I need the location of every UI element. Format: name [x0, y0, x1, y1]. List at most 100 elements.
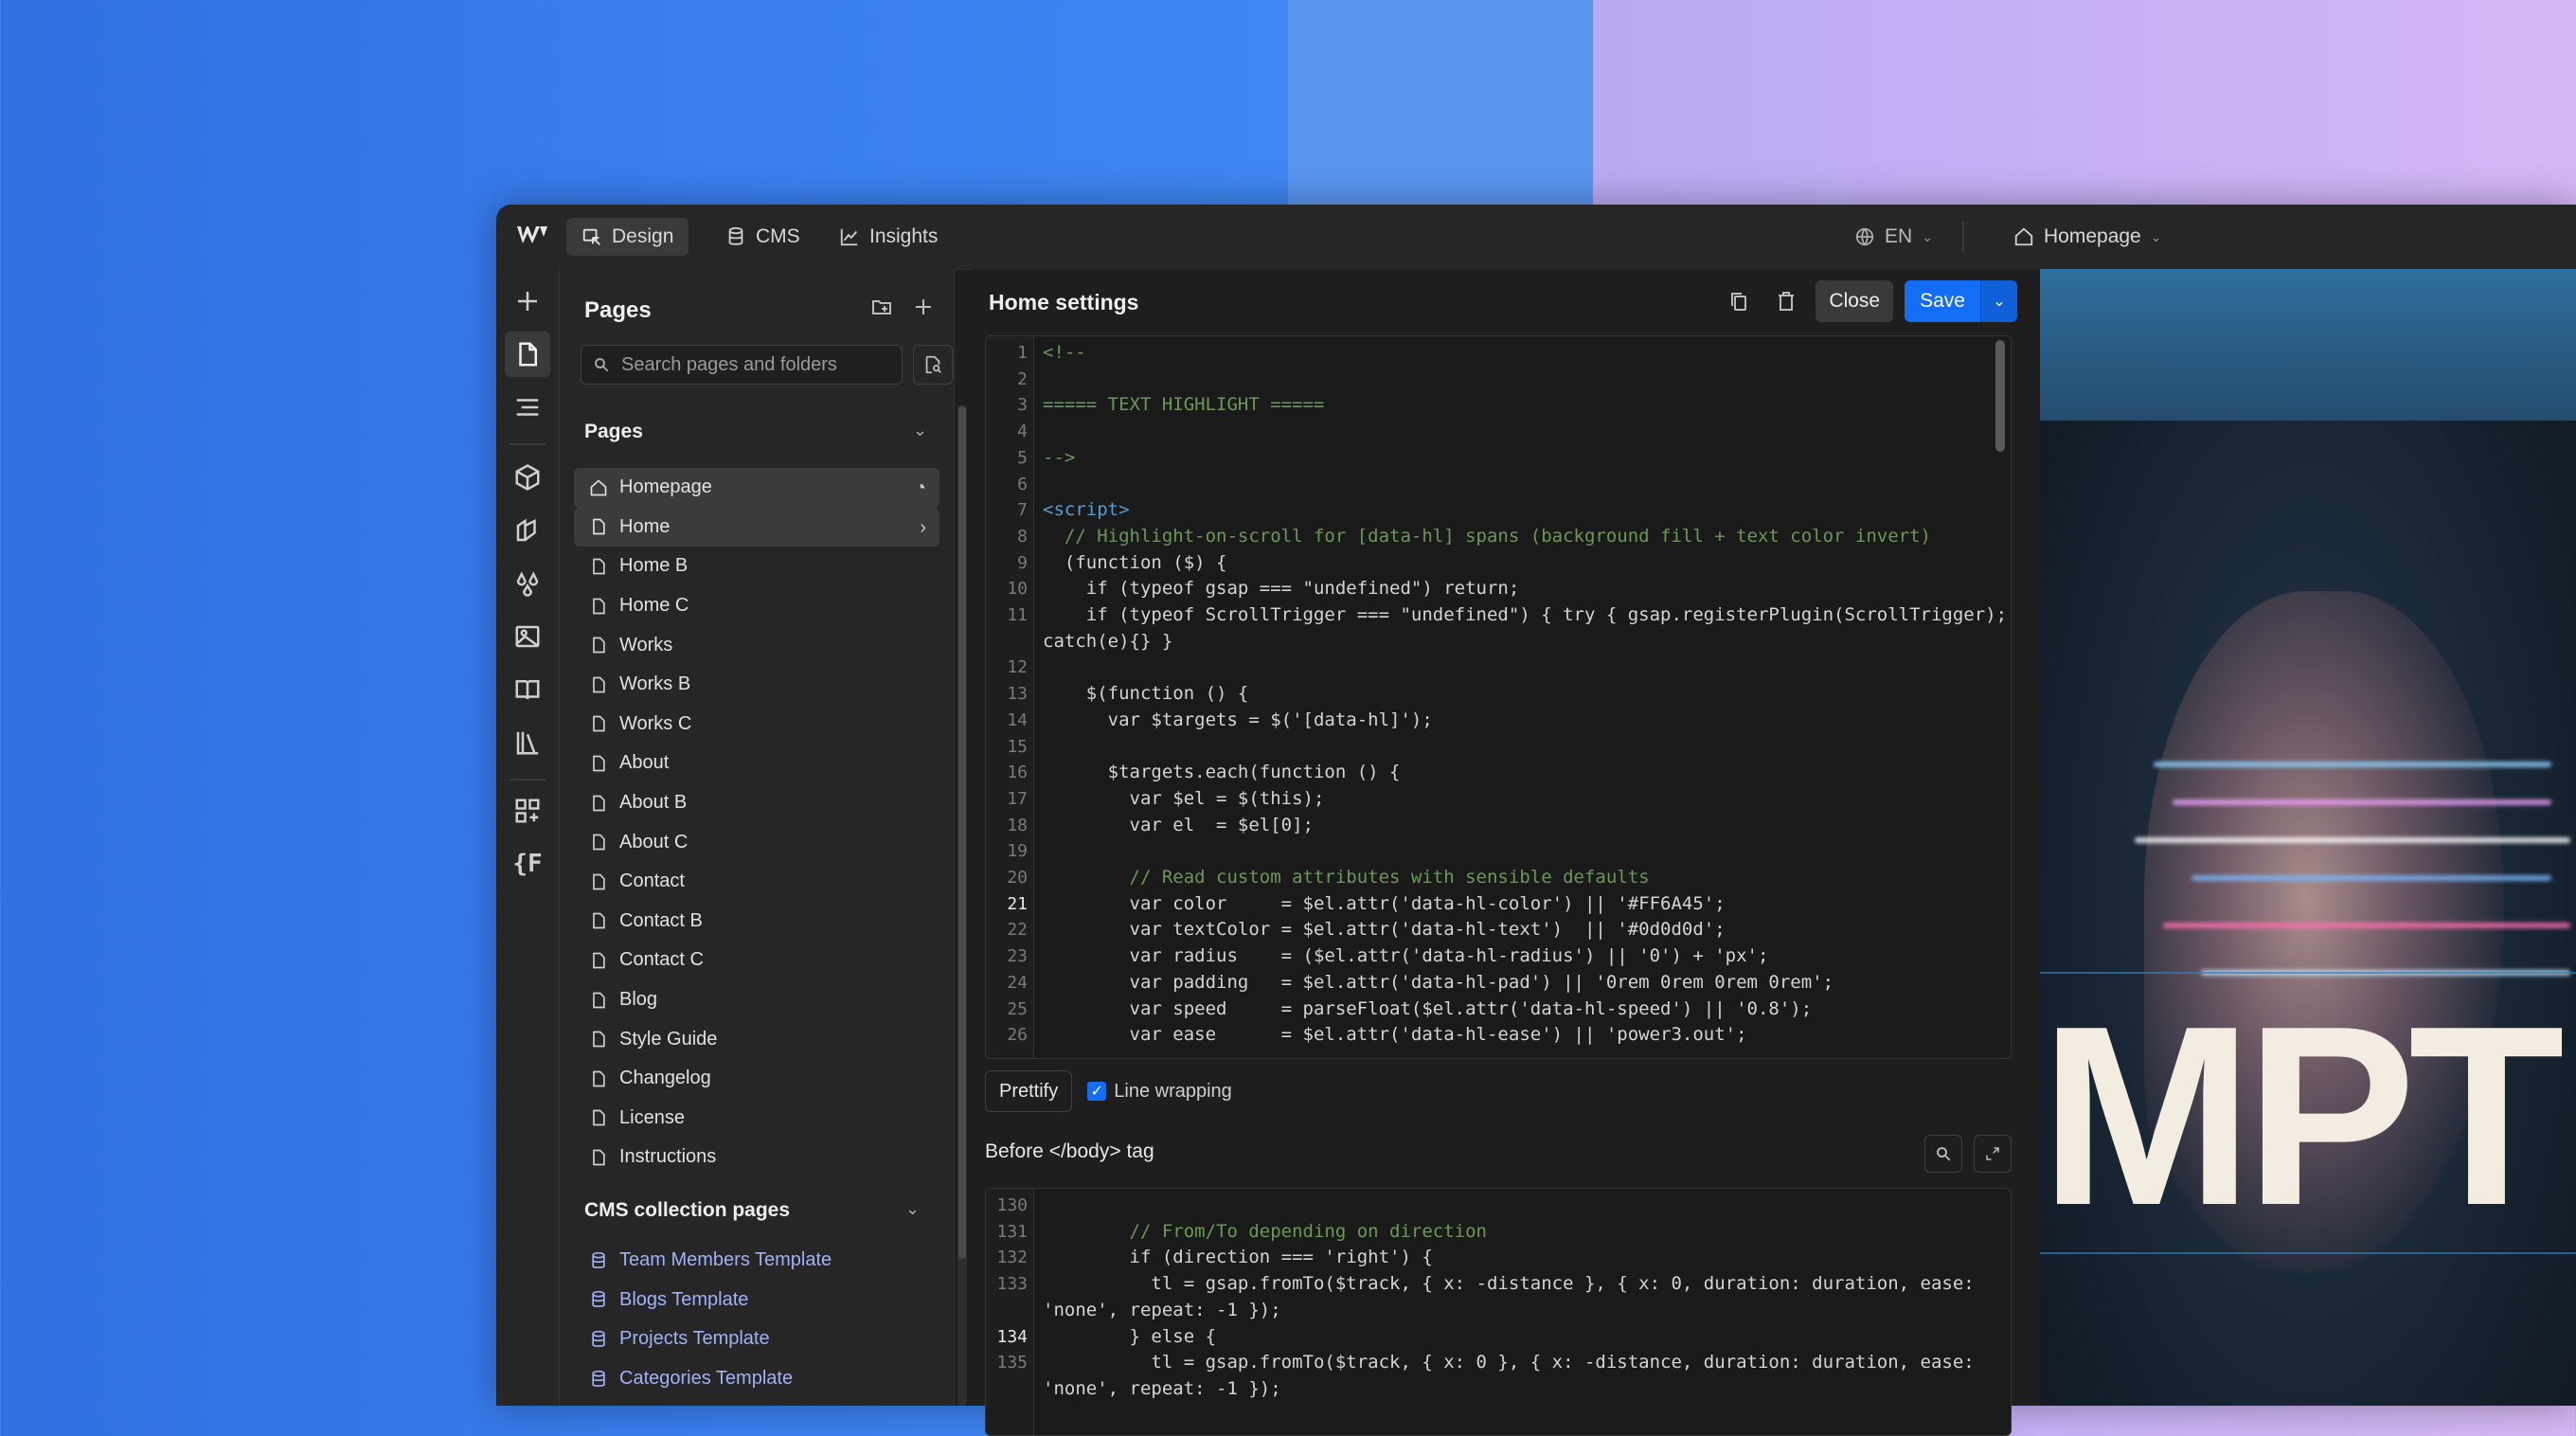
tab-insights[interactable]: Insights	[824, 218, 953, 256]
line-number: 21	[1007, 893, 1028, 914]
duplicate-button[interactable]	[1721, 283, 1757, 319]
add-elements-button[interactable]	[505, 278, 550, 324]
chevron-down-icon[interactable]: ⌄	[905, 1199, 920, 1219]
code-line[interactable]: 10 if (typeof gsap === "undefined") retu…	[986, 576, 2011, 602]
chevron-down-icon[interactable]: ⌄	[913, 421, 927, 440]
finsweet-icon[interactable]: {F	[505, 841, 550, 887]
body-code-editor[interactable]: 130 131 // From/To depending on direction…	[985, 1188, 2012, 1436]
code-line[interactable]: 18 var el = $el[0];	[986, 813, 2011, 839]
delete-button[interactable]	[1768, 283, 1804, 319]
code-line[interactable]: 130	[986, 1193, 2011, 1219]
code-line[interactable]: 135 tl = gsap.fromTo($track, { x: 0 }, {…	[986, 1350, 2011, 1376]
pages-section-header[interactable]: Pages	[584, 421, 643, 443]
code-line[interactable]: 5 -->	[986, 445, 2011, 472]
components-button[interactable]	[505, 455, 550, 500]
list-item[interactable]: Home C	[574, 586, 939, 626]
code-line[interactable]: 21 var color = $el.attr('data-hl-color')…	[986, 891, 2011, 918]
search-settings-button[interactable]	[913, 345, 953, 385]
close-button[interactable]: Close	[1816, 280, 1894, 322]
code-line[interactable]: 3 ===== TEXT HIGHLIGHT =====	[986, 392, 2011, 419]
cms-section-header[interactable]: CMS collection pages	[584, 1199, 790, 1222]
page-selector[interactable]: Homepage ⌄	[1998, 218, 2176, 256]
code-line[interactable]: 134 } else {	[986, 1324, 2011, 1351]
list-item[interactable]: About B	[574, 783, 939, 823]
chevron-right-icon[interactable]: ›	[920, 517, 926, 539]
code-line[interactable]: 24 var padding = $el.attr('data-hl-pad')…	[986, 970, 2011, 996]
code-line[interactable]: 132 if (direction === 'right') {	[986, 1245, 2011, 1271]
list-item[interactable]: Changelog	[574, 1059, 939, 1099]
code-line[interactable]: 1 <!--	[986, 340, 2011, 367]
list-item[interactable]: Works	[574, 625, 939, 665]
list-item[interactable]: Projects Template	[574, 1319, 939, 1359]
apps-button[interactable]	[505, 788, 550, 834]
libraries-button[interactable]	[505, 720, 550, 765]
assets-button[interactable]	[505, 614, 550, 659]
plus-icon[interactable]	[912, 296, 935, 318]
list-item[interactable]: Home B	[574, 547, 939, 586]
code-line[interactable]: 16 $targets.each(function () {	[986, 760, 2011, 786]
tab-design[interactable]: Design	[566, 218, 689, 256]
code-line[interactable]: 19	[986, 838, 2011, 865]
list-item[interactable]: Homepage ◔	[574, 468, 939, 508]
expand-editor-button[interactable]	[1974, 1135, 2012, 1173]
code-line[interactable]: 26 var ease = $el.attr('data-hl-ease') |…	[986, 1022, 2011, 1049]
code-line[interactable]: 9 (function ($) {	[986, 550, 2011, 577]
list-item[interactable]: Contact	[574, 862, 939, 902]
code-line[interactable]: 11 if (typeof ScrollTrigger === "undefin…	[986, 602, 2011, 629]
list-item[interactable]: Works C	[574, 705, 939, 745]
search-input[interactable]	[619, 352, 888, 377]
list-item[interactable]: Home ›	[574, 507, 939, 547]
pages-button[interactable]	[505, 332, 550, 377]
list-item[interactable]: Instructions	[574, 1138, 939, 1177]
list-item[interactable]: Categories Template	[574, 1359, 939, 1399]
list-item[interactable]: About C	[574, 822, 939, 862]
code-line[interactable]: 133 tl = gsap.fromTo($track, { x: -dista…	[986, 1271, 2011, 1298]
code-line[interactable]: 23 var radius = ($el.attr('data-hl-radiu…	[986, 943, 2011, 970]
code-line[interactable]: 'none', repeat: -1 });	[986, 1376, 2011, 1403]
webflow-logo-icon[interactable]	[515, 224, 549, 250]
navigator-button[interactable]	[505, 385, 550, 430]
code-text: var $el = $(this);	[1043, 787, 1325, 809]
tab-cms[interactable]: CMS	[710, 218, 815, 256]
code-line[interactable]: 131 // From/To depending on direction	[986, 1219, 2011, 1246]
list-item[interactable]: Team Members Template	[574, 1241, 939, 1281]
code-line[interactable]: 7 <script>	[986, 497, 2011, 524]
style-selectors-button[interactable]	[505, 508, 550, 553]
list-item[interactable]: Style Guide	[574, 1019, 939, 1059]
code-line[interactable]: 17 var $el = $(this);	[986, 786, 2011, 813]
list-item[interactable]: Contact C	[574, 941, 939, 980]
list-item[interactable]: Blog	[574, 980, 939, 1020]
code-line[interactable]: 4	[986, 419, 2011, 445]
head-code-editor[interactable]: 1 <!-- 2 3 ===== TEXT HIGHLIGHT ===== 4 5 --> 6 7…	[985, 335, 2012, 1059]
code-line[interactable]: catch(e){} }	[986, 629, 2011, 655]
code-line[interactable]: 22 var textColor = $el.attr('data-hl-tex…	[986, 917, 2011, 943]
code-line[interactable]: 6	[986, 472, 2011, 498]
code-line[interactable]: 8 // Highlight-on-scroll for [data-hl] s…	[986, 524, 2011, 550]
code-line[interactable]: 25 var speed = parseFloat($el.attr('data…	[986, 996, 2011, 1023]
list-item[interactable]: License	[574, 1099, 939, 1139]
list-item[interactable]: Contact B	[574, 902, 939, 942]
code-line[interactable]: 2	[986, 367, 2011, 393]
line-wrapping-toggle[interactable]: ✓ Line wrapping	[1087, 1081, 1232, 1103]
canvas-preview[interactable]: MPT	[2040, 269, 2576, 1406]
list-item[interactable]: Blogs Template	[574, 1281, 939, 1320]
list-item[interactable]: About	[574, 744, 939, 783]
search-code-button[interactable]	[1924, 1135, 1962, 1173]
code-line[interactable]: 13 $(function () {	[986, 681, 2011, 708]
cms-button[interactable]	[505, 667, 550, 712]
list-item[interactable]: Works B	[574, 665, 939, 705]
new-folder-icon[interactable]	[870, 296, 893, 318]
code-line[interactable]: 12	[986, 655, 2011, 681]
chevron-down-icon[interactable]: ⌄	[1980, 280, 2017, 322]
code-line[interactable]: 'none', repeat: -1 });	[986, 1298, 2011, 1324]
variables-button[interactable]	[505, 561, 550, 606]
checkbox-checked-icon[interactable]: ✓	[1087, 1082, 1107, 1101]
code-line[interactable]: 20 // Read custom attributes with sensib…	[986, 865, 2011, 891]
language-selector[interactable]: EN ⌄	[1839, 218, 1948, 256]
save-button[interactable]: Save	[1905, 280, 1980, 322]
code-line[interactable]: 14 var $targets = $('[data-hl]');	[986, 708, 2011, 734]
pages-scrollbar[interactable]	[957, 405, 967, 1406]
code-line[interactable]: 15	[986, 734, 2011, 761]
page-icon	[593, 952, 605, 969]
prettify-button[interactable]: Prettify	[985, 1070, 1073, 1112]
